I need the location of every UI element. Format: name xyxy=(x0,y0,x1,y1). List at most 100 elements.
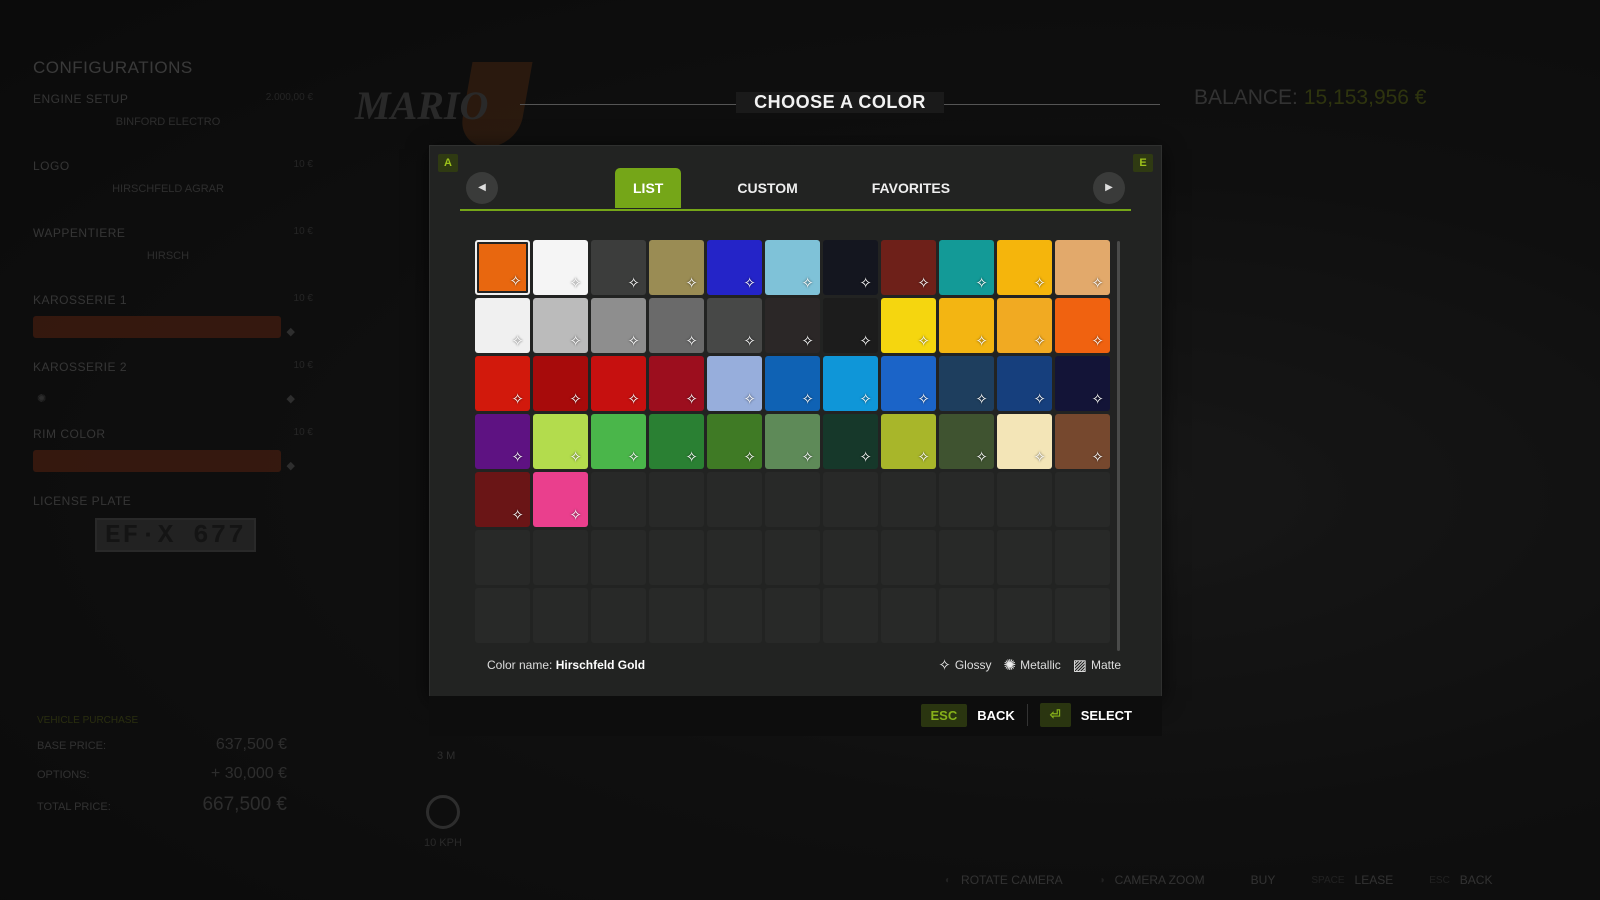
empty-swatch-slot xyxy=(939,530,994,585)
glossy-icon: ✧ xyxy=(627,275,640,292)
paint-bucket-icon: ◆ xyxy=(286,460,295,472)
color-swatch[interactable]: ✧ xyxy=(881,356,936,411)
hint-lease[interactable]: SPACE LEASE xyxy=(1311,873,1393,887)
color-swatch[interactable]: ✧ xyxy=(939,240,994,295)
color-swatch[interactable]: ✧ xyxy=(707,414,762,469)
hint-buy[interactable]: BUY xyxy=(1241,873,1276,887)
glossy-icon: ✧ xyxy=(685,449,698,466)
license-plate[interactable]: EF·X 677 xyxy=(95,518,256,552)
color-swatch[interactable]: ✧ xyxy=(939,414,994,469)
glossy-icon: ✧ xyxy=(743,275,756,292)
color-swatch[interactable]: ✧ xyxy=(533,414,588,469)
tab-bar: LIST CUSTOM FAVORITES xyxy=(615,168,1006,208)
empty-swatch-slot xyxy=(707,588,762,643)
color-swatch[interactable]: ✧ xyxy=(881,240,936,295)
glossy-icon: ✧ xyxy=(859,391,872,408)
paint-bucket-icon: ◆ xyxy=(286,393,295,405)
color-swatch[interactable]: ✧ xyxy=(475,414,530,469)
color-swatch[interactable]: ✧ xyxy=(997,298,1052,353)
color-swatch[interactable]: ✧ xyxy=(475,356,530,411)
esc-key-badge[interactable]: ESC xyxy=(920,703,968,727)
enter-key-icon[interactable]: ⏎ xyxy=(1039,703,1071,727)
color-swatch[interactable]: ✧ xyxy=(707,298,762,353)
glossy-icon: ✧ xyxy=(917,391,930,408)
color-swatch[interactable]: ✧ xyxy=(823,240,878,295)
color-swatch[interactable]: ✧ xyxy=(881,414,936,469)
color-swatch[interactable]: ✧ xyxy=(533,298,588,353)
color-swatch[interactable]: ✧ xyxy=(997,414,1052,469)
balance-label: BALANCE: xyxy=(1194,86,1298,109)
color-swatch[interactable]: ✧ xyxy=(475,240,530,295)
color-swatch[interactable]: ✧ xyxy=(591,356,646,411)
color-swatch[interactable]: ✧ xyxy=(765,240,820,295)
tab-favorites[interactable]: FAVORITES xyxy=(854,168,968,208)
config-value: HIRSCH xyxy=(146,250,190,262)
config-row-karosserie-2[interactable]: KAROSSERIE 2 10 € ✺ ◆ xyxy=(33,360,313,427)
color-swatch[interactable]: ✧ xyxy=(707,240,762,295)
hint-back[interactable]: ESC BACK xyxy=(1429,873,1492,887)
config-label: WAPPENTIERE xyxy=(33,226,126,240)
color-swatch[interactable]: ✧ xyxy=(823,414,878,469)
color-swatch[interactable]: ✧ xyxy=(939,298,994,353)
empty-swatch-slot xyxy=(823,530,878,585)
tab-list[interactable]: LIST xyxy=(615,168,682,208)
color-swatch[interactable]: ✧ xyxy=(533,356,588,411)
select-button[interactable]: SELECT xyxy=(1081,708,1132,723)
empty-swatch-slot xyxy=(649,472,704,527)
color-swatch[interactable]: ✧ xyxy=(997,240,1052,295)
back-button[interactable]: BACK xyxy=(977,708,1015,723)
hint-rotate-camera[interactable]: ◐ ROTATE CAMERA xyxy=(945,873,1063,887)
color-swatch[interactable]: ✧ xyxy=(649,356,704,411)
color-swatch[interactable]: ✧ xyxy=(707,356,762,411)
color-swatch[interactable]: ✧ xyxy=(939,356,994,411)
config-row-wappentiere[interactable]: WAPPENTIERE 10 € HIRSCH xyxy=(33,226,313,293)
color-swatch-grid: ✧ ✧ ✧ ✧ ✧ ✧ ✧ ✧ ✧ ✧ ✧ ✧ ✧ ✧ ✧ ✧ ✧ ✧ ✧ ✧ ✧ ✧ ✧ ✧ ✧ ✧ ✧ ✧ ✧ ✧ ✧ ✧ ✧ ✧ ✧ ✧ ✧ ✧ ✧ ✧… xyxy=(475,240,1110,643)
config-row-license-plate[interactable]: LICENSE PLATE EF·X 677 xyxy=(33,494,313,561)
color-swatch[interactable]: ✧ xyxy=(533,240,588,295)
color-name-label: Color name: xyxy=(487,658,553,672)
color-swatch[interactable]: ✧ xyxy=(881,298,936,353)
glossy-icon: ✧ xyxy=(938,657,951,674)
color-swatch[interactable]: ✧ xyxy=(649,414,704,469)
tab-custom[interactable]: CUSTOM xyxy=(719,168,815,208)
empty-swatch-slot xyxy=(881,530,936,585)
color-swatch[interactable]: ✧ xyxy=(1055,298,1110,353)
glossy-icon: ✧ xyxy=(917,275,930,292)
color-swatch[interactable]: ✧ xyxy=(1055,414,1110,469)
color-swatch[interactable]: ✧ xyxy=(591,240,646,295)
color-swatch[interactable]: ✧ xyxy=(1055,356,1110,411)
empty-swatch-slot xyxy=(765,588,820,643)
color-swatch[interactable]: ✧ xyxy=(475,298,530,353)
config-row-engine[interactable]: ENGINE SETUP 2.000,00 € BINFORD ELECTRO xyxy=(33,92,313,159)
next-tab-arrow-icon[interactable]: ▶ xyxy=(1093,172,1125,204)
config-label: RIM COLOR xyxy=(33,427,106,441)
color-swatch[interactable]: ✧ xyxy=(1055,240,1110,295)
glossy-icon: ✧ xyxy=(801,449,814,466)
config-row-logo[interactable]: LOGO 10 € HIRSCHFELD AGRAR xyxy=(33,159,313,226)
color-swatch[interactable]: ✧ xyxy=(533,472,588,527)
color-swatch[interactable]: ✧ xyxy=(765,298,820,353)
color-swatch[interactable]: ✧ xyxy=(823,298,878,353)
color-swatch[interactable]: ✧ xyxy=(591,298,646,353)
glossy-icon: ✧ xyxy=(917,449,930,466)
prev-tab-arrow-icon[interactable]: ◀ xyxy=(466,172,498,204)
color-swatch[interactable]: ✧ xyxy=(765,356,820,411)
scrollbar[interactable] xyxy=(1117,241,1120,651)
hint-camera-zoom[interactable]: ◑ CAMERA ZOOM xyxy=(1099,873,1205,887)
glossy-icon: ✧ xyxy=(917,333,930,350)
config-row-rim-color[interactable]: RIM COLOR 10 € ◆ xyxy=(33,427,313,494)
color-swatch[interactable]: ✧ xyxy=(823,356,878,411)
config-price: 2.000,00 € xyxy=(265,92,313,103)
color-bar[interactable] xyxy=(33,450,281,472)
empty-swatch-slot xyxy=(997,588,1052,643)
color-swatch[interactable]: ✧ xyxy=(765,414,820,469)
color-swatch[interactable]: ✧ xyxy=(475,472,530,527)
config-row-karosserie-1[interactable]: KAROSSERIE 1 10 € ◆ xyxy=(33,293,313,360)
color-swatch[interactable]: ✧ xyxy=(649,298,704,353)
empty-swatch-slot xyxy=(939,588,994,643)
color-swatch[interactable]: ✧ xyxy=(649,240,704,295)
total-price-label: TOTAL PRICE: xyxy=(37,801,111,813)
color-swatch[interactable]: ✧ xyxy=(591,414,646,469)
color-bar[interactable] xyxy=(33,316,281,338)
color-swatch[interactable]: ✧ xyxy=(997,356,1052,411)
